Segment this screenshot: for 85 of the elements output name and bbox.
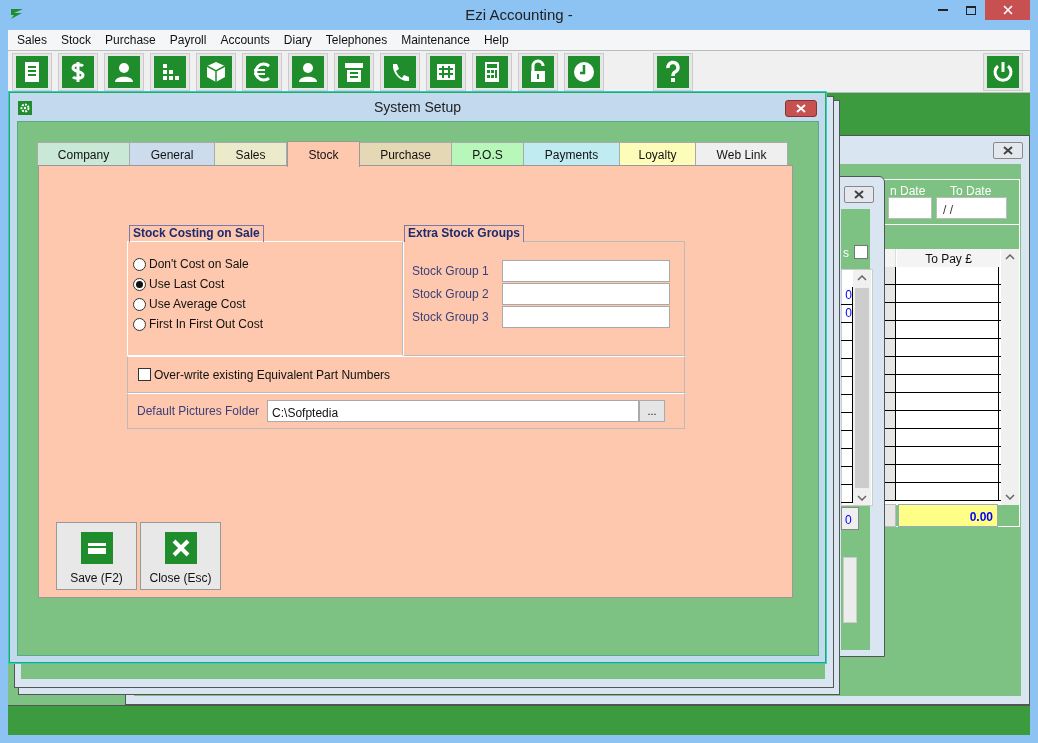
toolbar-button[interactable]: [518, 53, 558, 91]
tab[interactable]: Payments: [523, 142, 620, 166]
toolbar-button[interactable]: Save (F2): [56, 522, 137, 590]
folder-field[interactable]: C:\Sofptedia: [267, 400, 640, 422]
close-icon: [1002, 5, 1013, 15]
toolbar-button[interactable]: [564, 53, 604, 91]
group-title: Extra Stock Groups: [404, 225, 525, 242]
scrollbar[interactable]: [1001, 249, 1019, 505]
input-field[interactable]: [502, 260, 670, 282]
toolbar-button[interactable]: [472, 53, 512, 91]
close-button[interactable]: [785, 100, 817, 117]
close-button[interactable]: [993, 142, 1023, 159]
total-field: 0.00: [898, 504, 998, 527]
toolbar-button[interactable]: [104, 53, 144, 91]
tab[interactable]: General: [129, 142, 215, 166]
dialog-title: System Setup: [373, 97, 462, 117]
menu-item[interactable]: Accounts: [213, 31, 277, 49]
tab[interactable]: Company: [37, 142, 130, 166]
scrollbar[interactable]: [853, 270, 871, 505]
browse-button[interactable]: ...: [639, 400, 666, 422]
window-title: Ezi Accounting -: [465, 4, 573, 25]
toolbar-button[interactable]: [150, 53, 190, 91]
toolbar-button[interactable]: [426, 53, 466, 91]
close-button[interactable]: [844, 186, 874, 203]
tab[interactable]: Stock: [287, 141, 360, 167]
tab[interactable]: Web Link: [695, 142, 788, 166]
date-field[interactable]: [888, 197, 932, 219]
toolbar-button[interactable]: [380, 53, 420, 91]
radio-label: Use Average Cost: [149, 296, 246, 313]
gear-icon: [18, 101, 32, 115]
toolbar-button[interactable]: [983, 53, 1023, 91]
toolbar-button[interactable]: Close (Esc): [140, 522, 221, 590]
menu-item[interactable]: Maintenance: [394, 31, 477, 49]
group-title: Stock Costing on Sale: [129, 225, 264, 242]
field-label: Stock Group 3: [412, 309, 490, 326]
menu-item[interactable]: Telephones: [318, 31, 395, 49]
date-field[interactable]: / /: [936, 197, 1007, 219]
field-label: Stock Group 2: [412, 286, 490, 303]
toolbar-button[interactable]: [58, 53, 98, 91]
menu-item[interactable]: Stock: [54, 31, 99, 49]
chevron-down-icon[interactable]: [857, 495, 867, 501]
card-icon: [80, 532, 113, 564]
toolbar-button[interactable]: [196, 53, 236, 91]
grid-column-header: To Pay £: [897, 249, 1000, 267]
total-cell: 0: [841, 507, 859, 530]
close-icon: [1002, 146, 1014, 155]
tab[interactable]: Sales: [214, 142, 287, 166]
checkbox-label: Over-write existing Equivalent Part Numbers: [154, 366, 391, 384]
toolbar-button[interactable]: [242, 53, 282, 91]
tab[interactable]: P.O.S: [451, 142, 524, 166]
menu-item[interactable]: Sales: [10, 31, 55, 49]
menu-item[interactable]: Help: [476, 31, 516, 49]
radio-button[interactable]: [133, 257, 146, 271]
menu-item[interactable]: Payroll: [162, 31, 214, 49]
chevron-up-icon[interactable]: [857, 275, 867, 281]
chevron-up-icon[interactable]: [1005, 254, 1015, 260]
tab[interactable]: Purchase: [359, 142, 452, 166]
radio-button[interactable]: [133, 317, 146, 331]
menu-item[interactable]: Diary: [276, 31, 319, 49]
input-field[interactable]: [502, 306, 670, 328]
chevron-down-icon[interactable]: [1005, 494, 1015, 500]
menu-item[interactable]: Purchase: [98, 31, 163, 49]
field-label: Stock Group 1: [412, 263, 490, 280]
button-background: [843, 557, 857, 623]
radio-label: Don't Cost on Sale: [149, 256, 249, 273]
toolbar-button[interactable]: [12, 53, 52, 91]
checkbox[interactable]: [138, 368, 151, 381]
input-field[interactable]: [502, 283, 670, 305]
toolbar-button[interactable]: [334, 53, 374, 91]
field-label: To Date: [950, 183, 992, 200]
close-icon: [795, 104, 807, 113]
toolbar-button[interactable]: [288, 53, 328, 91]
app-logo-icon: [10, 8, 24, 20]
close-icon: [164, 532, 197, 564]
field-label: n Date: [890, 183, 926, 200]
checkbox-label: s: [843, 245, 849, 262]
field-label: Default Pictures Folder: [137, 403, 260, 420]
radio-label: Use Last Cost: [149, 276, 225, 293]
radio-button[interactable]: [133, 297, 146, 311]
toolbar-button[interactable]: [653, 53, 693, 91]
close-icon: [853, 190, 865, 199]
radio-label: First In First Out Cost: [149, 316, 263, 333]
tab[interactable]: Loyalty: [619, 142, 696, 166]
radio-button[interactable]: [133, 277, 146, 291]
checkbox[interactable]: [854, 245, 868, 259]
